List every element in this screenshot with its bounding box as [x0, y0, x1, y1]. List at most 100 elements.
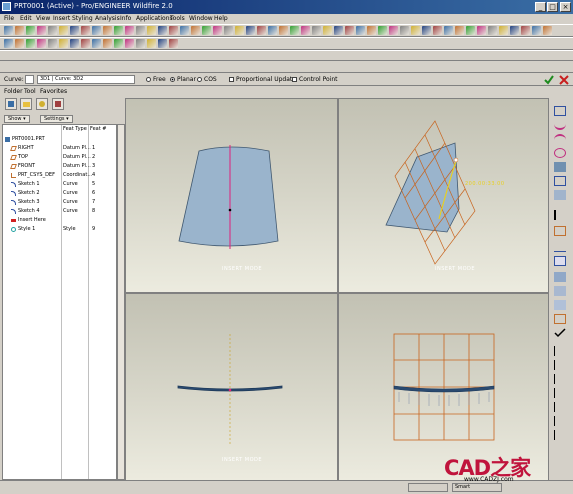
toolbar-tool-icon[interactable] [180, 26, 189, 35]
menu-insert[interactable]: Insert [53, 15, 70, 22]
toolbar-tool-icon[interactable] [290, 26, 299, 35]
toolbar-tool-icon[interactable] [158, 39, 167, 48]
menu-styling[interactable]: Styling [72, 15, 93, 22]
toolbar-tool-icon[interactable] [367, 26, 376, 35]
toolbar-tool-icon[interactable] [81, 39, 90, 48]
minimize-button[interactable]: _ [535, 2, 546, 12]
toolbar-tool-icon[interactable] [37, 39, 46, 48]
toolbar-tool-icon[interactable] [477, 26, 486, 35]
toolbar-tool-icon[interactable] [92, 26, 101, 35]
toolbar-tool-icon[interactable] [345, 26, 354, 35]
maximize-button[interactable]: □ [547, 2, 558, 12]
favorites-icon[interactable] [36, 98, 48, 110]
toolbar-tool-icon[interactable] [301, 26, 310, 35]
menu-view[interactable]: View [36, 15, 50, 22]
control-point-checkbox[interactable] [292, 77, 297, 82]
toolbar-tool-icon[interactable] [257, 26, 266, 35]
toolbar-tool-icon[interactable] [26, 26, 35, 35]
cancel-x-icon[interactable] [559, 75, 569, 85]
toolbar-tool-icon[interactable] [532, 26, 541, 35]
toolbar-tool-icon[interactable] [466, 26, 475, 35]
menu-file[interactable]: File [4, 15, 14, 22]
toolbar-tool-icon[interactable] [70, 26, 79, 35]
toolbar-tool-icon[interactable] [169, 26, 178, 35]
toolbar-tool-icon[interactable] [147, 39, 156, 48]
toolbar-tool-icon[interactable] [455, 26, 464, 35]
confirm-check-icon[interactable] [544, 75, 554, 85]
drop-curve-icon[interactable] [554, 176, 566, 186]
toolbar-tool-icon[interactable] [114, 26, 123, 35]
viewport-front[interactable]: INSERT MODE [126, 99, 337, 292]
menu-window[interactable]: Window [189, 15, 213, 22]
tab-favorites[interactable]: Favorites [40, 88, 67, 95]
line-tool-icon[interactable] [554, 402, 566, 412]
toolbar-tool-icon[interactable] [378, 26, 387, 35]
toolbar-tool-icon[interactable] [4, 26, 13, 35]
tab-tool[interactable]: Tool [24, 88, 36, 95]
tree-row[interactable]: Style 1 Style 9 [3, 225, 116, 234]
toolbar-tool-icon[interactable] [125, 39, 134, 48]
toolbar-tool-icon[interactable] [70, 39, 79, 48]
toolbar-tool-icon[interactable] [59, 26, 68, 35]
toolbar-tool-icon[interactable] [15, 39, 24, 48]
toolbar-tool-icon[interactable] [543, 26, 552, 35]
toolbar-tool-icon[interactable] [411, 26, 420, 35]
toolbar-tool-icon[interactable] [224, 26, 233, 35]
trim-icon[interactable] [554, 226, 566, 236]
toolbar-tool-icon[interactable] [15, 26, 24, 35]
settings-dropdown-button[interactable]: Settings ▾ [40, 115, 73, 123]
toolbar-tool-icon[interactable] [400, 26, 409, 35]
tree-row-insert-here[interactable]: Insert Here [3, 216, 116, 225]
connect-icon[interactable] [554, 242, 566, 252]
toolbar-tool-icon[interactable] [103, 26, 112, 35]
tree-row[interactable]: FRONT Datum Pl… 3 [3, 162, 116, 171]
model-tree-icon[interactable] [5, 98, 17, 110]
tab-folder[interactable]: Folder [4, 88, 23, 95]
toolbar-tool-icon[interactable] [213, 26, 222, 35]
create-curve-icon[interactable] [554, 120, 566, 130]
analysis-icon[interactable] [554, 314, 566, 324]
surface-icon[interactable] [554, 190, 566, 200]
menu-analysis[interactable]: Analysis [95, 15, 120, 22]
toolbar-tool-icon[interactable] [323, 26, 332, 35]
cos-radio[interactable] [197, 77, 202, 82]
toolbar-tool-icon[interactable] [268, 26, 277, 35]
toolbar-tool-icon[interactable] [510, 26, 519, 35]
menu-help[interactable]: Help [214, 15, 228, 22]
toolbar-tool-icon[interactable] [26, 39, 35, 48]
toolbar-tool-icon[interactable] [356, 26, 365, 35]
toolbar-tool-icon[interactable] [37, 26, 46, 35]
viewport-top[interactable]: INSERT MODE [126, 294, 337, 480]
select-arrow-button[interactable] [25, 75, 34, 84]
menu-info[interactable]: Info [120, 15, 131, 22]
toolbar-tool-icon[interactable] [389, 26, 398, 35]
tree-row-part[interactable]: PRT0001.PRT [3, 135, 116, 144]
toolbar-tool-icon[interactable] [4, 39, 13, 48]
toolbar-tool-icon[interactable] [444, 26, 453, 35]
edit-curve-icon[interactable] [554, 162, 566, 172]
tree-row[interactable]: PRT_CSYS_DEF Coordinat… 4 [3, 171, 116, 180]
curve-edit-active-icon[interactable] [554, 256, 566, 266]
tree-scrollbar[interactable] [117, 124, 125, 480]
filter-field[interactable]: Smart [452, 483, 502, 492]
surface-edit-icon[interactable] [554, 286, 566, 296]
toolbar-tool-icon[interactable] [114, 39, 123, 48]
proportional-update-checkbox[interactable] [229, 77, 234, 82]
circle-icon[interactable] [554, 134, 566, 144]
toolbar-tool-icon[interactable] [136, 26, 145, 35]
line-tool-icon[interactable] [554, 416, 566, 426]
toolbar-tool-icon[interactable] [246, 26, 255, 35]
arc-icon[interactable] [554, 148, 566, 158]
menu-applications[interactable]: Applications [136, 15, 173, 22]
curve-network-icon[interactable] [554, 300, 566, 310]
done-check-icon[interactable] [554, 328, 566, 338]
connections-icon[interactable] [52, 98, 64, 110]
line-tool-icon[interactable] [554, 430, 566, 440]
close-button[interactable]: × [560, 2, 571, 12]
menu-tools[interactable]: Tools [170, 15, 185, 22]
set-active-plane-icon[interactable] [554, 106, 566, 116]
tree-row[interactable]: Sketch 2 Curve 6 [3, 189, 116, 198]
tree-row[interactable]: Sketch 4 Curve 8 [3, 207, 116, 216]
toolbar-tool-icon[interactable] [279, 26, 288, 35]
toolbar-tool-icon[interactable] [202, 26, 211, 35]
